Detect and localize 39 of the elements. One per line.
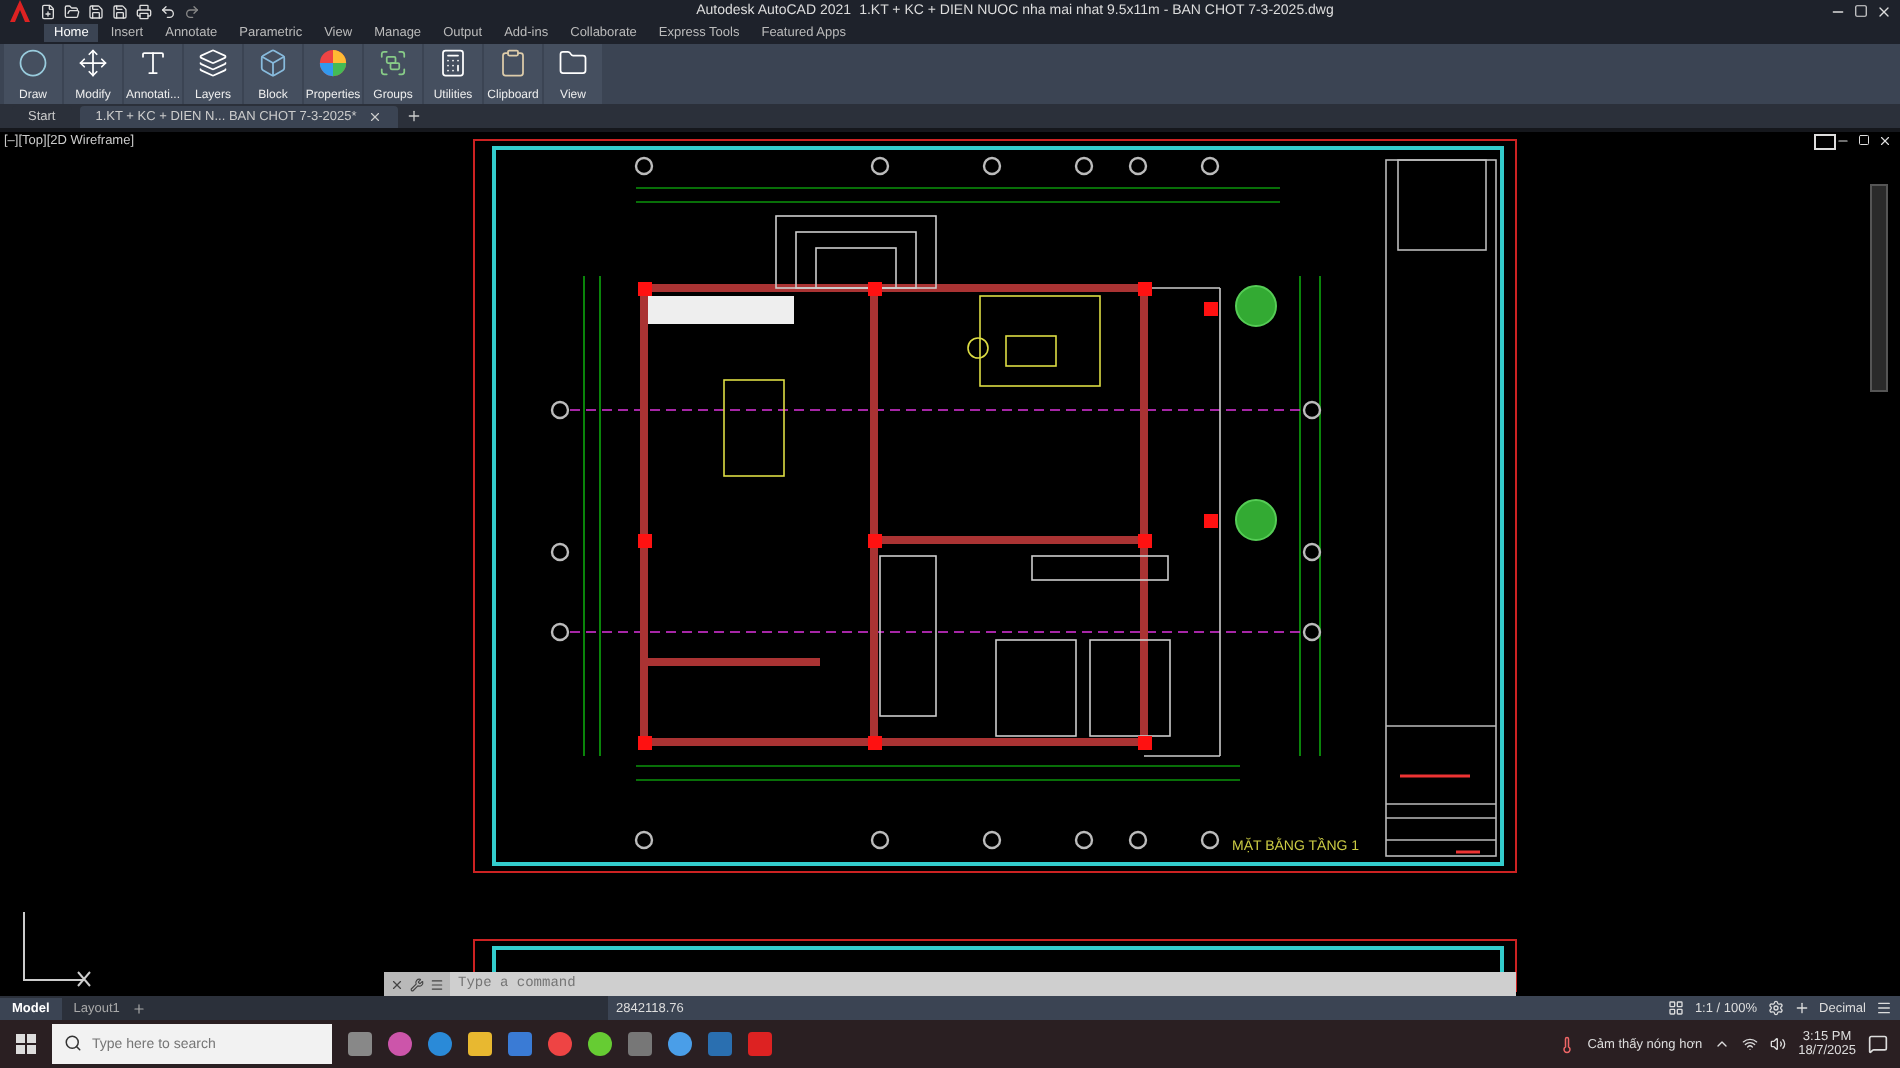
plus-icon[interactable]	[1793, 1000, 1810, 1016]
weather-icon	[1557, 1035, 1576, 1053]
settings-icon[interactable]	[1767, 1000, 1784, 1016]
grid-icon[interactable]	[1668, 1000, 1685, 1016]
new-tab-icon[interactable]	[406, 108, 423, 124]
block-icon[interactable]	[258, 48, 288, 78]
circle-icon[interactable]	[18, 48, 48, 78]
clipboard-icon[interactable]	[498, 48, 528, 78]
view-icon[interactable]	[558, 48, 588, 78]
volume-icon[interactable]	[1770, 1036, 1787, 1052]
text-icon[interactable]	[138, 48, 168, 78]
viewcube-icon[interactable]	[1814, 134, 1836, 150]
network-icon[interactable]	[1742, 1036, 1759, 1052]
search-icon	[64, 1034, 82, 1052]
minimize-icon[interactable]	[1836, 134, 1850, 148]
tray-expand-icon[interactable]	[1714, 1036, 1731, 1052]
undo-icon[interactable]	[160, 3, 176, 19]
print-icon[interactable]	[136, 3, 152, 19]
move-icon[interactable]	[78, 48, 108, 78]
restore-icon[interactable]	[1858, 134, 1870, 146]
wrench-icon[interactable]	[410, 977, 424, 991]
notifications-icon[interactable]	[1868, 1034, 1888, 1054]
recent-commands-icon[interactable]	[430, 977, 444, 991]
close-tab-icon[interactable]	[368, 109, 383, 123]
open-folder-icon[interactable]	[64, 3, 80, 19]
add-layout-icon[interactable]	[131, 1001, 146, 1015]
group-icon[interactable]	[378, 48, 408, 78]
calculator-icon[interactable]	[438, 48, 468, 78]
ucs-axis-icon	[23, 911, 91, 987]
save-icon[interactable]	[88, 3, 104, 19]
new-file-icon[interactable]	[40, 3, 56, 19]
color-wheel-icon[interactable]	[318, 48, 348, 78]
windows-start-icon[interactable]	[16, 1034, 36, 1054]
layers-icon[interactable]	[198, 48, 228, 78]
app-icon[interactable]	[588, 1032, 612, 1056]
redo-icon[interactable]	[184, 3, 200, 19]
customize-menu-icon[interactable]	[1876, 1000, 1892, 1016]
save-as-icon[interactable]	[112, 3, 128, 19]
maximize-icon[interactable]	[1854, 4, 1868, 18]
